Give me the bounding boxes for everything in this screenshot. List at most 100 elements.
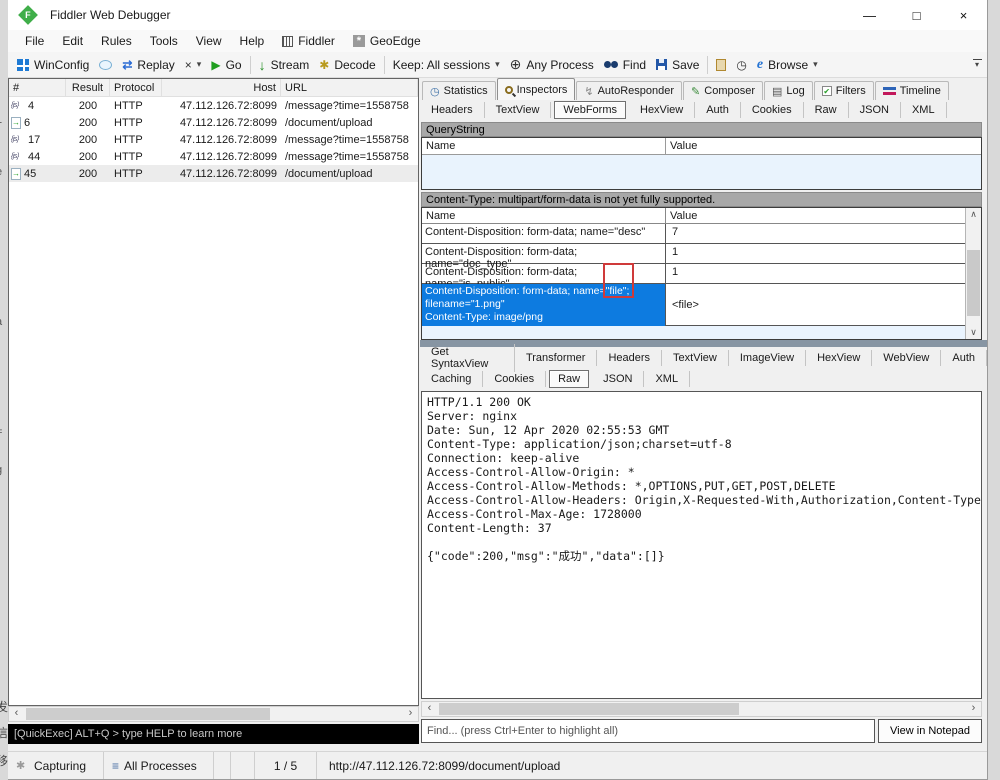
column-header-host[interactable]: Host: [162, 79, 281, 96]
session-row[interactable]: {js}4 200 HTTP 47.112.126.72:8099 /messa…: [9, 97, 418, 114]
speech-bubble-icon: [99, 60, 112, 70]
replay-button[interactable]: ⇄ Replay: [117, 54, 179, 76]
menu-tools[interactable]: Tools: [141, 34, 187, 48]
scrollbar-thumb[interactable]: [26, 708, 270, 720]
tab-resp-headers[interactable]: Headers: [597, 350, 662, 366]
scroll-right-icon[interactable]: ›: [403, 707, 418, 721]
response-raw-view[interactable]: HTTP/1.1 200 OK Server: nginx Date: Sun,…: [421, 391, 982, 699]
browse-button[interactable]: e Browse ▾: [752, 54, 823, 76]
find-button[interactable]: Find: [599, 54, 651, 76]
timer-button[interactable]: ◷: [731, 54, 751, 76]
session-row[interactable]: {js}44 200 HTTP 47.112.126.72:8099 /mess…: [9, 148, 418, 165]
capturing-toggle[interactable]: ✱ Capturing: [8, 752, 104, 779]
tab-resp-cookies[interactable]: Cookies: [483, 371, 546, 387]
close-button[interactable]: ×: [940, 0, 987, 30]
tab-resp-json[interactable]: JSON: [592, 371, 644, 387]
tab-webforms[interactable]: WebForms: [554, 101, 626, 119]
tab-inspectors[interactable]: Inspectors: [497, 78, 576, 100]
tab-filters[interactable]: ✔ Filters: [814, 81, 874, 100]
menu-geoedge[interactable]: * GeoEdge: [344, 34, 430, 48]
tab-auth[interactable]: Auth: [695, 102, 741, 118]
winconfig-button[interactable]: WinConfig: [12, 54, 94, 76]
column-header-result[interactable]: Result: [66, 79, 110, 96]
tab-autoresponder[interactable]: ↯ AutoResponder: [576, 81, 682, 100]
tab-resp-textview[interactable]: TextView: [662, 350, 729, 366]
tab-headers[interactable]: Headers: [420, 102, 485, 118]
tab-statistics[interactable]: ◷ Statistics: [422, 81, 496, 100]
menu-file[interactable]: File: [16, 34, 53, 48]
remove-sessions-button[interactable]: × ▾: [180, 54, 207, 76]
scroll-left-icon[interactable]: ‹: [9, 707, 24, 721]
screenshot-button[interactable]: [711, 54, 731, 76]
toolbar-overflow-button[interactable]: ▾: [969, 55, 985, 75]
tab-get-syntaxview[interactable]: Get SyntaxView: [420, 344, 515, 372]
scrollbar-thumb[interactable]: [967, 250, 980, 316]
scroll-down-icon[interactable]: ∨: [966, 327, 981, 338]
tab-resp-auth[interactable]: Auth: [941, 350, 987, 366]
view-in-notepad-button[interactable]: View in Notepad: [878, 719, 982, 743]
stream-button[interactable]: ↓ Stream: [254, 54, 315, 76]
tab-json[interactable]: JSON: [849, 102, 901, 118]
scrollbar-thumb[interactable]: [439, 703, 739, 715]
tab-resp-hexview[interactable]: HexView: [806, 350, 872, 366]
tab-webview[interactable]: WebView: [872, 350, 941, 366]
column-header-url[interactable]: URL: [281, 79, 418, 96]
tab-log[interactable]: ▤ Log: [764, 81, 813, 100]
decode-button[interactable]: ✱ Decode: [314, 54, 380, 76]
any-process-button[interactable]: ⊕ Any Process: [505, 54, 599, 76]
tab-textview[interactable]: TextView: [485, 102, 552, 118]
session-row-selected[interactable]: →45 200 HTTP 47.112.126.72:8099 /documen…: [9, 165, 418, 182]
querystring-name-header[interactable]: Name: [422, 138, 666, 154]
formdata-value-header[interactable]: Value: [666, 208, 981, 223]
process-filter-toggle[interactable]: ≡ All Processes: [104, 752, 214, 779]
maximize-button[interactable]: □: [893, 0, 940, 30]
menu-fiddler[interactable]: Fiddler: [273, 34, 344, 48]
tab-resp-xml[interactable]: XML: [644, 371, 690, 387]
json-icon: {js}: [11, 136, 25, 143]
clock-icon: ◷: [430, 85, 440, 98]
formdata-row[interactable]: Content-Disposition: form-data; name="de…: [422, 224, 965, 244]
formdata-row[interactable]: Content-Disposition: form-data; name="do…: [422, 244, 965, 264]
menu-help[interactable]: Help: [231, 34, 274, 48]
tab-caching[interactable]: Caching: [420, 371, 483, 387]
menu-rules[interactable]: Rules: [92, 34, 141, 48]
tab-cookies[interactable]: Cookies: [741, 102, 804, 118]
minimize-button[interactable]: —: [846, 0, 893, 30]
formdata-row[interactable]: Content-Disposition: form-data; name="is…: [422, 264, 965, 284]
tab-composer[interactable]: ✎ Composer: [683, 81, 763, 100]
content-type-notice: Content-Type: multipart/form-data is not…: [426, 194, 715, 206]
tab-transformer[interactable]: Transformer: [515, 350, 598, 366]
tab-resp-raw[interactable]: Raw: [549, 370, 589, 388]
formdata-vscrollbar[interactable]: ∧ ∨: [965, 208, 981, 339]
tab-imageview[interactable]: ImageView: [729, 350, 806, 366]
save-button[interactable]: Save: [651, 54, 704, 76]
binoculars-icon: [604, 61, 611, 68]
book-icon: [282, 36, 293, 47]
find-input[interactable]: [421, 719, 875, 743]
scroll-up-icon[interactable]: ∧: [966, 209, 981, 220]
comment-button[interactable]: [94, 54, 117, 76]
session-list-hscrollbar[interactable]: ‹ ›: [8, 706, 419, 722]
response-inspector-tabs-row2: Caching Cookies Raw JSON XML: [420, 369, 987, 389]
tab-xml[interactable]: XML: [901, 102, 947, 118]
tab-raw[interactable]: Raw: [804, 102, 849, 118]
response-hscrollbar[interactable]: ‹ ›: [421, 701, 982, 717]
querystring-value-header[interactable]: Value: [666, 138, 981, 154]
scroll-left-icon[interactable]: ‹: [422, 702, 437, 716]
go-button[interactable]: ▶ Go: [206, 54, 246, 76]
scroll-right-icon[interactable]: ›: [966, 702, 981, 716]
column-header-protocol[interactable]: Protocol: [110, 79, 162, 96]
session-row[interactable]: {js}17 200 HTTP 47.112.126.72:8099 /mess…: [9, 131, 418, 148]
background-window-text-fragment: =: [0, 426, 8, 438]
formdata-row-selected[interactable]: Content-Disposition: form-data; name="fi…: [422, 284, 965, 326]
tab-hexview[interactable]: HexView: [629, 102, 695, 118]
tab-timeline[interactable]: Timeline: [875, 81, 949, 100]
quickexec-bar[interactable]: [QuickExec] ALT+Q > type HELP to learn m…: [8, 724, 419, 744]
keep-sessions-dropdown[interactable]: Keep: All sessions ▾: [388, 54, 505, 76]
menu-view[interactable]: View: [187, 34, 231, 48]
column-header-number[interactable]: #: [9, 79, 66, 96]
menu-edit[interactable]: Edit: [53, 34, 92, 48]
formdata-filename: filename="1.png": [425, 298, 505, 310]
formdata-name-header[interactable]: Name: [422, 208, 666, 223]
session-row[interactable]: →6 200 HTTP 47.112.126.72:8099 /document…: [9, 114, 418, 131]
